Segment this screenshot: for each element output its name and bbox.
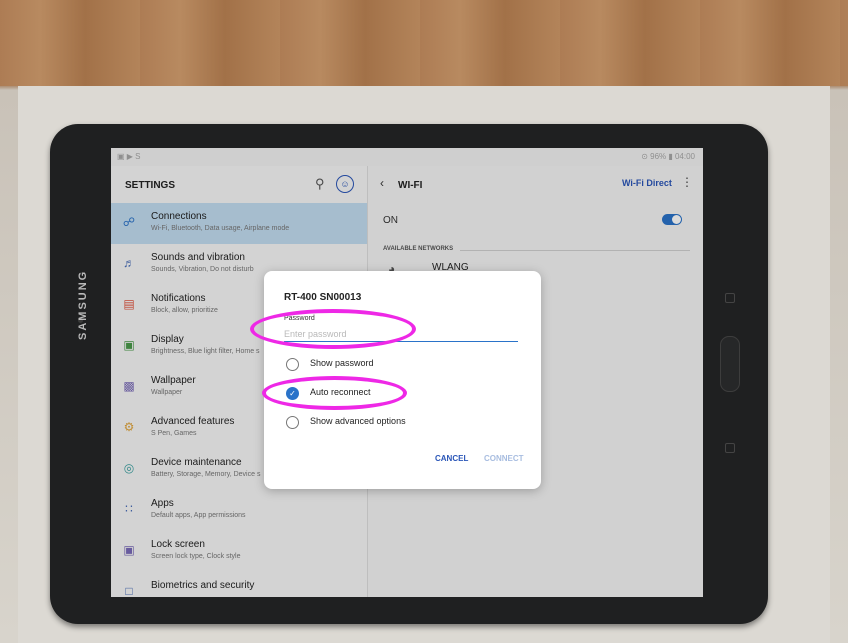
show-advanced-checkbox[interactable]: [286, 416, 299, 429]
show-password-option[interactable]: Show password: [284, 357, 504, 373]
recent-apps-key-icon[interactable]: [725, 293, 735, 303]
dialog-title: RT-400 SN00013: [284, 292, 362, 303]
connect-button[interactable]: CONNECT: [484, 454, 524, 463]
highlight-ring-password: [250, 309, 416, 349]
home-button[interactable]: [720, 336, 740, 392]
cancel-button[interactable]: CANCEL: [435, 454, 468, 463]
brand-label: SAMSUNG: [77, 269, 89, 340]
option-label: Show password: [310, 358, 374, 368]
option-label: Show advanced options: [310, 416, 406, 426]
show-advanced-option[interactable]: Show advanced options: [284, 415, 504, 431]
highlight-ring-auto-reconnect: [262, 376, 407, 410]
wooden-table-background: [0, 0, 848, 86]
show-password-checkbox[interactable]: [286, 358, 299, 371]
back-key-icon[interactable]: [725, 443, 735, 453]
